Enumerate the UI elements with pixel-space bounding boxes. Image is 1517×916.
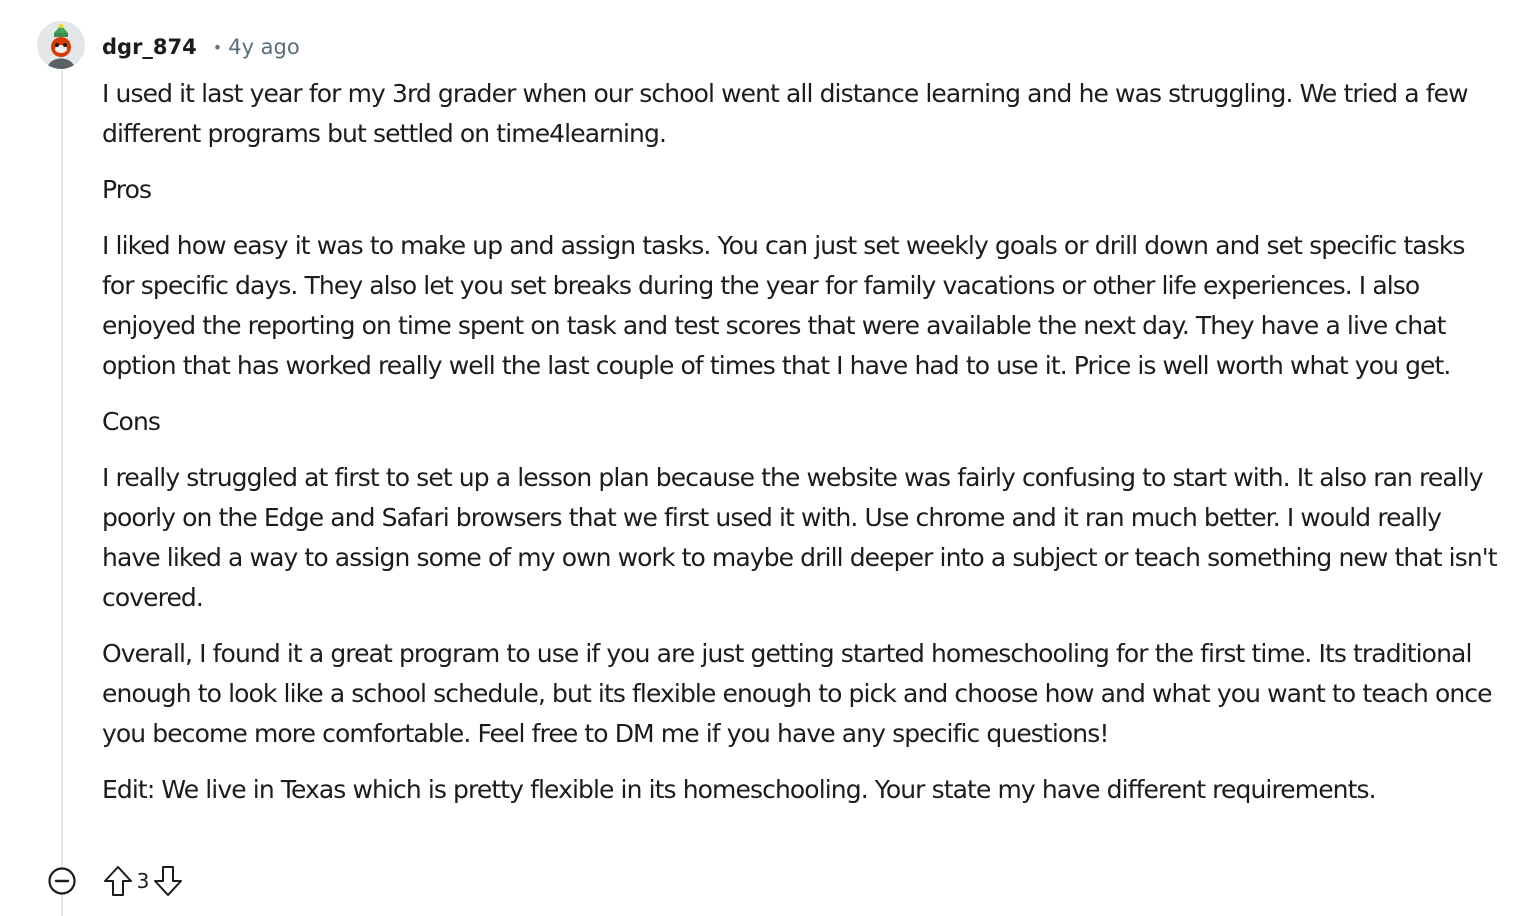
downvote-button[interactable]: [150, 863, 186, 899]
comment-paragraph-cons: I really struggled at first to set up a …: [102, 463, 1498, 612]
vote-score: 3: [136, 869, 150, 893]
author-username-link[interactable]: dgr_874: [102, 35, 197, 59]
upvote-button[interactable]: [100, 863, 136, 899]
comment-paragraph-overall: Overall, I found it a great program to u…: [102, 639, 1493, 748]
comment-paragraph-pros-heading: Pros: [102, 175, 152, 204]
collapse-minus-icon: [48, 867, 76, 895]
upvote-arrow-icon: [104, 866, 132, 896]
comment-paragraph-edit: Edit: We live in Texas which is pretty f…: [102, 775, 1377, 804]
thread-line[interactable]: [61, 70, 63, 916]
meta-separator: •: [212, 37, 223, 57]
comment-paragraph-intro: I used it last year for my 3rd grader wh…: [102, 79, 1469, 148]
comment-body: I used it last year for my 3rd grader wh…: [102, 74, 1498, 826]
comment-paragraph-cons-heading: Cons: [102, 407, 161, 436]
comment-paragraph-pros: I liked how easy it was to make up and a…: [102, 231, 1465, 380]
comment-actions: 3: [100, 863, 186, 899]
avatar-icon: [37, 21, 85, 69]
comment-meta: dgr_874 • 4y ago: [102, 33, 300, 61]
collapse-thread-button[interactable]: [47, 866, 77, 896]
comment-timestamp[interactable]: 4y ago: [228, 35, 300, 59]
downvote-arrow-icon: [154, 866, 182, 896]
avatar[interactable]: [37, 21, 85, 69]
